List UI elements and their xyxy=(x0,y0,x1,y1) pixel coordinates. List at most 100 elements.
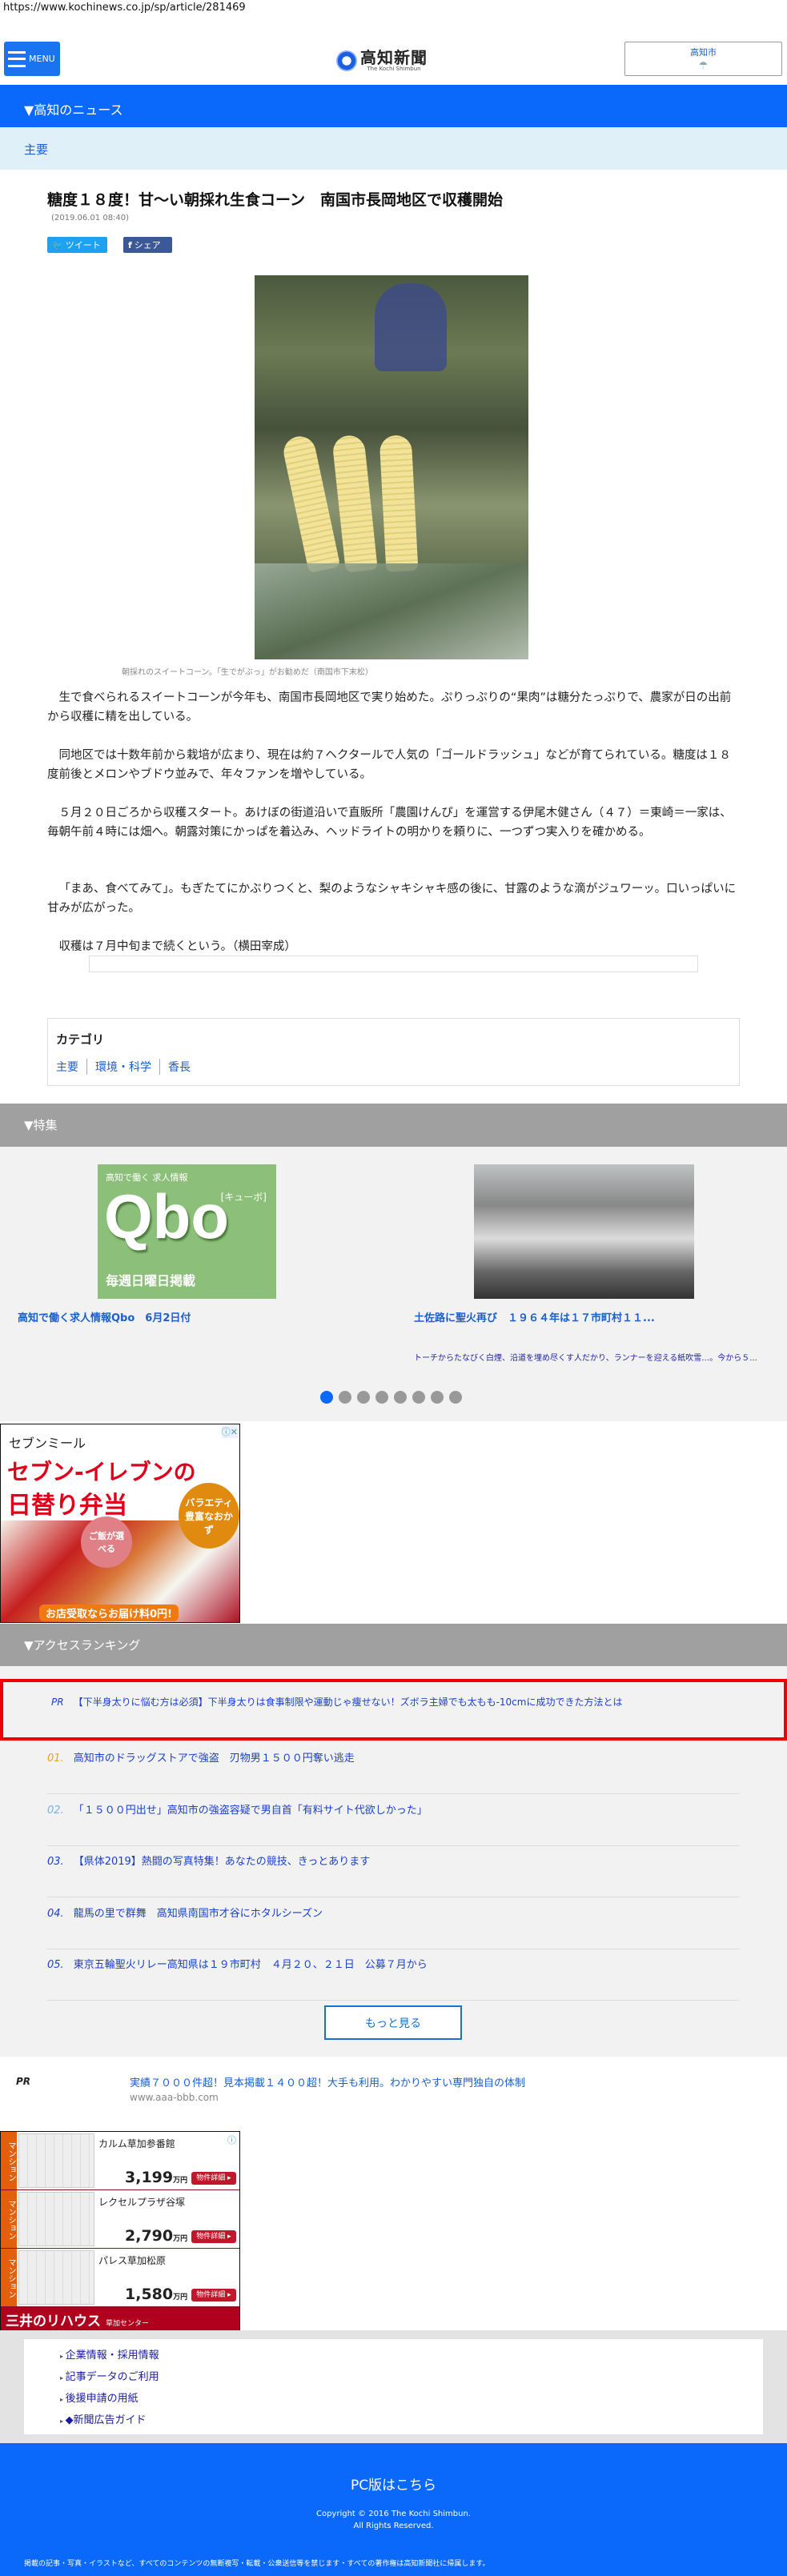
empty-embed-box xyxy=(89,955,698,972)
carousel-dots xyxy=(320,1391,462,1404)
ad-headline: セブン-イレブンの xyxy=(7,1459,196,1485)
menu-label: MENU xyxy=(29,54,55,64)
category-link[interactable]: 香長 xyxy=(159,1059,199,1075)
ranking-heading: ▼アクセスランキング xyxy=(0,1624,787,1667)
feature-title-link[interactable]: 高知で働く求人情報Qbo 6月2日付 xyxy=(18,1309,191,1324)
realestate-branch: 草加センター xyxy=(106,2320,150,2328)
ad-headline: 日替り弁当 xyxy=(7,1492,127,1520)
tweet-label: ツイート xyxy=(65,240,101,250)
qbo-logo: Qbo xyxy=(104,1181,229,1252)
listing-tag: マンション xyxy=(1,2190,17,2248)
subsection-main[interactable]: 主要 xyxy=(0,127,787,170)
ranking-number: 04. xyxy=(47,1907,64,1920)
pr-ad-link[interactable]: 実績７０００件超！見本掲載１４００超！大手も利用。わかりやすい専門独自の体制 xyxy=(130,2074,525,2089)
carousel-dot[interactable] xyxy=(431,1391,444,1404)
seven-eleven-ad[interactable]: ⓘ✕ セブンミール セブン-イレブンの 日替り弁当 ご飯が選べる バラエティ豊富… xyxy=(0,1424,240,1623)
share-label: シェア xyxy=(134,240,161,250)
ranking-title: 龍馬の里で群舞 高知県南国市才谷にホタルシーズン xyxy=(73,1907,323,1920)
pr-text: 【下半身太りに悩む方は必須】下半身太りは食事制限や運動じゃ痩せない！ズボラ主婦で… xyxy=(73,1697,623,1708)
ranking-item[interactable]: 04. 龍馬の里で群舞 高知県南国市才谷にホタルシーズン xyxy=(47,1898,740,1949)
article-paragraph: 「まあ、食べてみて」。もぎたてにかぶりつくと、梨のようなシャキシャキ感の後に、甘… xyxy=(47,883,737,915)
ranking-number: 01. xyxy=(47,1753,64,1765)
article-title: 糖度１８度！甘～い朝採れ生食コーン 南国市長岡地区で収穫開始 xyxy=(47,191,504,209)
article-photo xyxy=(255,275,528,659)
umbrella-icon: ☂ xyxy=(698,60,709,72)
site-logo[interactable]: 高知新聞 The Kochi Shimbun xyxy=(336,46,456,75)
listing-price: 3,199万円 xyxy=(125,2169,188,2186)
article-date: (2019.06.01 08:40) xyxy=(51,214,130,222)
listing-tag: マンション xyxy=(1,2132,17,2189)
listing-name: カルム草加参番館 xyxy=(98,2138,175,2149)
ranking-number: 02. xyxy=(47,1804,64,1817)
carousel-dot[interactable] xyxy=(357,1391,370,1404)
listing-name: パレス草加松原 xyxy=(98,2255,167,2266)
footer-link[interactable]: 記事データのご利用 xyxy=(60,2369,727,2390)
category-link[interactable]: 主要 xyxy=(56,1059,86,1075)
ad-info-close-icon[interactable]: ⓘ✕ xyxy=(221,1425,238,1438)
footer-link[interactable]: 企業情報・採用情報 xyxy=(60,2347,727,2369)
listing-detail-button[interactable]: 物件詳細 ▸ xyxy=(191,2230,236,2243)
ranking-title: 高知市のドラッグストアで強盗 刃物男１５００円奪い逃走 xyxy=(73,1753,355,1765)
article-paragraph: 同地区では十数年前から栽培が広まり、現在は約７ヘクタールで人気の「ゴールドラッシ… xyxy=(47,749,731,781)
menu-button[interactable]: MENU xyxy=(4,42,60,76)
twitter-icon: 🐦 xyxy=(52,239,63,250)
ranking-title: 「１５００円出せ」高知市の強盗容疑で男自首「有料サイト代欲しかった」 xyxy=(73,1804,428,1817)
article-paragraph: 生で食べられるスイートコーンが今年も、南国市長岡地区で実り始めた。ぷりっぷりの“… xyxy=(47,691,732,723)
copyright-notice: 掲載の記事・写真・イラストなど、すべてのコンテンツの無断複写・転載・公衆送信等を… xyxy=(24,2560,490,2568)
listing-row[interactable]: マンション カルム草加参番館 3,199万円 物件詳細 ▸ xyxy=(1,2132,239,2190)
logo-emblem-icon xyxy=(336,50,357,71)
address-bar-url[interactable]: https://www.kochinews.co.jp/sp/article/2… xyxy=(3,2,246,14)
torch-relay-photo[interactable] xyxy=(474,1164,694,1299)
article-paragraph: ５月２０日ごろから収穫スタート。あけぼの街道沿いで直販所「農園けんぴ」を運営する… xyxy=(47,807,732,839)
features-heading: ▼特集 xyxy=(0,1104,787,1147)
pc-version-link[interactable]: PC版はこちら xyxy=(0,2474,787,2494)
listing-row[interactable]: マンション パレス草加松原 1,580万円 物件詳細 ▸ xyxy=(1,2249,239,2307)
floor-plan-image xyxy=(18,2192,94,2246)
listing-row[interactable]: マンション レクセルプラザ谷塚 2,790万円 物件詳細 ▸ xyxy=(1,2190,239,2249)
facebook-share-button[interactable]: f シェア xyxy=(123,237,172,253)
ranking-item[interactable]: 01. 高知市のドラッグストアで強盗 刃物男１５００円奪い逃走 xyxy=(47,1743,740,1794)
listing-detail-button[interactable]: 物件詳細 ▸ xyxy=(191,2172,236,2185)
ranking-number: 03. xyxy=(47,1856,64,1868)
copyright: Copyright © 2016 The Kochi Shimbun. xyxy=(315,2510,471,2518)
footer-link[interactable]: 後援申請の用紙 xyxy=(60,2390,727,2412)
listing-detail-button[interactable]: 物件詳細 ▸ xyxy=(191,2289,236,2302)
footer-link[interactable]: ◆新聞広告ガイド xyxy=(60,2412,727,2434)
floor-plan-image xyxy=(18,2250,94,2305)
section-nav-kochi-news[interactable]: ▼高知のニュース xyxy=(0,85,787,127)
ranking-item[interactable]: 03. 【県体2019】熱闘の写真特集！あなたの競技、きっとあります xyxy=(47,1846,740,1897)
tweet-button[interactable]: 🐦 ツイート xyxy=(47,237,107,253)
carousel-dot[interactable] xyxy=(449,1391,462,1404)
realestate-brand: 三井のリハウス xyxy=(6,2314,101,2330)
facebook-icon: f xyxy=(128,239,132,250)
pr-ad-domain: www.aaa-bbb.com xyxy=(130,2092,219,2103)
carousel-dot[interactable] xyxy=(394,1391,407,1404)
carousel-dot[interactable] xyxy=(375,1391,388,1404)
qbo-kana: [キューボ] xyxy=(220,1192,267,1203)
pr-label: PR xyxy=(16,2076,31,2087)
carousel-dot[interactable] xyxy=(320,1391,333,1404)
carousel-dot[interactable] xyxy=(339,1391,351,1404)
category-box: カテゴリ 主要 環境・科学 香長 xyxy=(47,1018,740,1086)
category-link[interactable]: 環境・科学 xyxy=(86,1059,159,1075)
realestate-ad-footer: 三井のリハウス 草加センター xyxy=(1,2307,239,2330)
feature-description: トーチからたなびく白煙、沿道を埋め尽くす人だかり、ランナーを迎える紙吹雪…。今か… xyxy=(414,1354,757,1363)
pr-label: PR xyxy=(51,1697,64,1708)
ranking-title: 【県体2019】熱闘の写真特集！あなたの競技、きっとあります xyxy=(73,1856,371,1868)
hamburger-icon xyxy=(8,50,26,67)
feature-title-link[interactable]: 土佐路に聖火再び １９６４年は１７市町村１１... xyxy=(414,1309,655,1324)
ranking-item[interactable]: 02. 「１５００円出せ」高知市の強盗容疑で男自首「有料サイト代欲しかった」 xyxy=(47,1795,740,1846)
more-button[interactable]: もっと見る xyxy=(324,2005,462,2040)
realestate-ad[interactable]: ⓘ マンション カルム草加参番館 3,199万円 物件詳細 ▸ マンション レクセルプラザ… xyxy=(0,2131,240,2330)
article-paragraph: 収穫は７月中旬まで続くという。（横田宰成） xyxy=(58,940,296,953)
copyright: All Rights Reserved. xyxy=(353,2522,434,2530)
footer-links: 企業情報・採用情報 記事データのご利用 後援申請の用紙 ◆新聞広告ガイド xyxy=(24,2339,763,2434)
weather-widget[interactable]: 高知市 ☂ xyxy=(624,42,782,76)
qbo-feature-image[interactable]: 高知で働く 求人情報 Qbo [キューボ] 毎週日曜日掲載 xyxy=(98,1164,276,1299)
ranking-item[interactable]: 05. 東京五輪聖火リレー高知県は１９市町村 ４月２０、２１日 公募７月から xyxy=(47,1949,740,2001)
photo-caption: 朝採れのスイートコーン。「生でがぶっ」がお勧めだ（南国市下末松） xyxy=(122,668,373,677)
floor-plan-image xyxy=(18,2133,94,2188)
site-footer: PC版はこちら Copyright © 2016 The Kochi Shimb… xyxy=(0,2443,787,2576)
carousel-dot[interactable] xyxy=(412,1391,425,1404)
pr-ranking-item[interactable]: PR 【下半身太りに悩む方は必須】下半身太りは食事制限や運動じゃ痩せない！ズボラ主… xyxy=(0,1679,787,1741)
